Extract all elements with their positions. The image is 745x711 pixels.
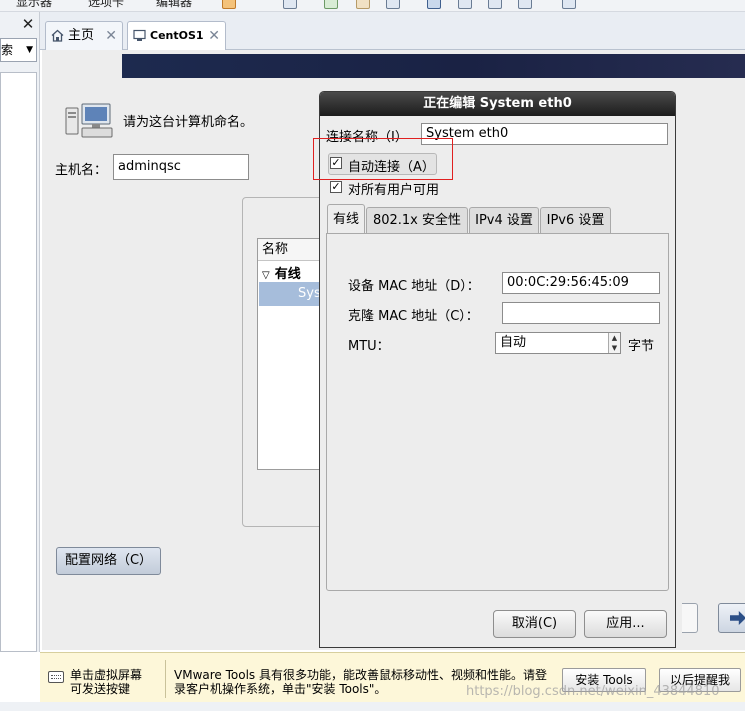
clone-mac-label: 克隆 MAC 地址（C）：: [348, 309, 479, 324]
arrow-right-icon: [730, 611, 745, 625]
tab-wired[interactable]: 有线: [327, 204, 365, 234]
network-group-wired[interactable]: ▽ 有线: [262, 263, 301, 282]
tools-hint-line2: 可发送按键: [70, 682, 131, 696]
watermark-text: https://blog.csdn.net/weixin_43844810: [466, 684, 720, 699]
pause-icon[interactable]: [222, 0, 236, 9]
connection-name-input[interactable]: System eth0: [421, 123, 668, 145]
chevron-down-icon: ▼: [26, 45, 33, 55]
view-fullscreen-icon[interactable]: [458, 0, 472, 9]
dialog-title: 正在编辑 System eth0: [320, 92, 675, 116]
view-unity-icon[interactable]: [488, 0, 502, 9]
tab-ipv6-settings[interactable]: IPv6 设置: [540, 207, 611, 233]
home-icon: [51, 29, 64, 42]
clone-mac-input[interactable]: [502, 302, 660, 324]
spin-arrows-icon[interactable]: ▲ ▼: [608, 333, 620, 353]
next-button[interactable]: [718, 603, 745, 633]
toolbar-menu-editor[interactable]: 编辑器: [156, 0, 192, 10]
send-keys-icon[interactable]: [283, 0, 297, 9]
host-toolbar: 显示器 选项卡 编辑器: [0, 0, 745, 12]
network-group-label: 有线: [274, 267, 301, 282]
tab-centos1[interactable]: CentOS1 ✕: [127, 21, 226, 52]
library-search-dropdown[interactable]: 索 ▼: [0, 38, 37, 62]
tab-home-label: 主页: [68, 28, 95, 43]
back-button[interactable]: [682, 603, 698, 633]
triangle-down-icon[interactable]: ▽: [262, 270, 270, 281]
cancel-button[interactable]: 取消(C): [493, 610, 576, 638]
divider: [165, 660, 166, 698]
hostname-label: 主机名：: [55, 163, 108, 178]
close-icon[interactable]: ✕: [208, 22, 220, 50]
mtu-value: 自动: [500, 335, 527, 350]
library-search-text: 索: [1, 43, 14, 57]
mtu-label: MTU：: [348, 339, 390, 354]
configure-network-button[interactable]: 配置网络（C）: [56, 547, 161, 575]
installer-banner: [122, 54, 745, 78]
toolbar-menu-tabs[interactable]: 选项卡: [88, 0, 124, 10]
tab-ipv4-settings[interactable]: IPv4 设置: [469, 207, 539, 233]
tab-home[interactable]: 主页 ✕: [45, 21, 123, 51]
view-stretch-icon[interactable]: [518, 0, 532, 9]
device-mac-label: 设备 MAC 地址（D）：: [348, 279, 480, 294]
close-icon[interactable]: ✕: [105, 22, 117, 50]
hostname-input[interactable]: adminqsc: [113, 154, 249, 180]
device-mac-input[interactable]: 00:0C:29:56:45:09: [502, 272, 660, 294]
status-strip: [0, 702, 745, 711]
vm-icon: [133, 29, 146, 41]
library-tree[interactable]: [0, 72, 37, 652]
mtu-unit-label: 字节: [628, 339, 655, 354]
computer-icon: [65, 103, 113, 138]
hostname-prompt: 请为这台计算机命名。: [123, 115, 254, 130]
snapshot-manager-icon[interactable]: [386, 0, 400, 9]
apply-button[interactable]: 应用...: [584, 610, 667, 638]
tools-message-line2: 录客户机操作系统，单击"安装 Tools"。: [174, 682, 387, 696]
tab-centos1-label: CentOS1: [150, 29, 204, 42]
tab-8021x-security[interactable]: 802.1x 安全性: [366, 207, 468, 233]
wired-tab-panel: 设备 MAC 地址（D）： 00:0C:29:56:45:09 克隆 MAC 地…: [326, 233, 669, 591]
restore-snapshot-icon[interactable]: [356, 0, 370, 9]
view-normal-icon[interactable]: [427, 0, 441, 9]
snapshot-icon[interactable]: [324, 0, 338, 9]
all-users-label[interactable]: 对所有用户可用: [348, 179, 439, 198]
toolbar-menu-view[interactable]: 显示器: [16, 0, 52, 10]
console-view-icon[interactable]: [562, 0, 576, 9]
library-close-icon[interactable]: ✕: [20, 16, 36, 32]
vm-tab-strip: 主页 ✕ CentOS1 ✕: [40, 12, 745, 52]
annotation-highlight-box: [313, 138, 453, 180]
mtu-spinbox[interactable]: 自动 ▲ ▼: [495, 332, 621, 354]
all-users-checkbox[interactable]: ✓: [330, 181, 342, 193]
keyboard-icon: [48, 671, 64, 683]
